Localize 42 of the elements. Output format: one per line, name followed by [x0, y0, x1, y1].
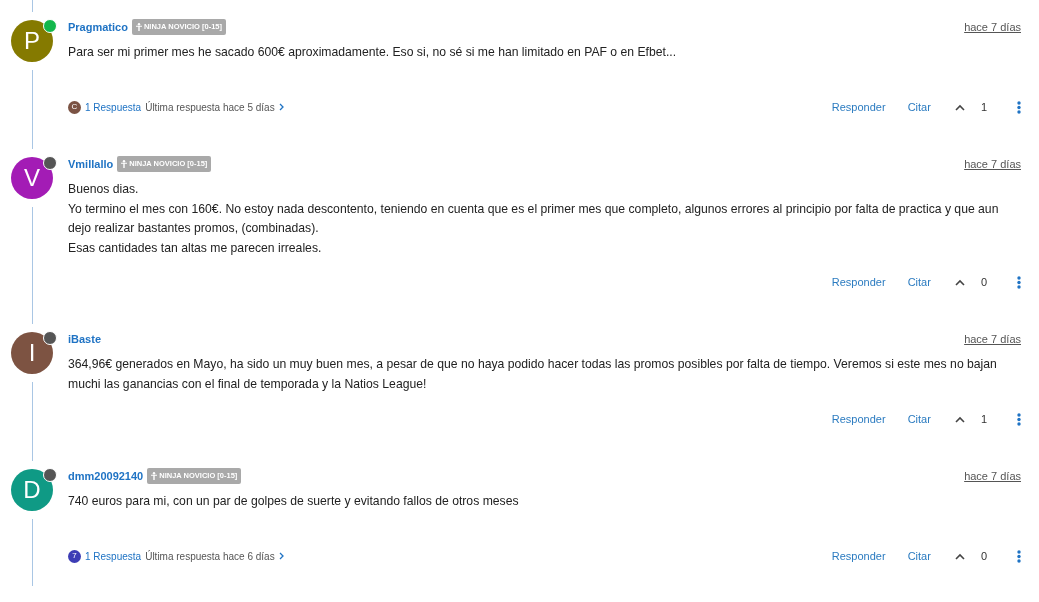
reply-avatar: C	[68, 100, 81, 114]
more-options-icon[interactable]	[1017, 412, 1021, 426]
replies-link[interactable]: 1 Respuesta	[85, 548, 142, 564]
upvote-icon[interactable]	[954, 552, 965, 560]
upvote-icon[interactable]	[954, 415, 965, 423]
vote-count: 1	[980, 99, 987, 115]
quote-button[interactable]: Citar	[907, 98, 931, 116]
chevron-right-icon[interactable]	[278, 103, 284, 111]
timestamp-link[interactable]: hace 7 días	[964, 155, 1021, 173]
quote-button[interactable]: Citar	[907, 410, 931, 428]
post-text: Esas cantidades tan altas me parecen irreales.	[68, 239, 323, 257]
reply-button[interactable]: Responder	[831, 98, 886, 116]
reply-avatar: 7	[68, 549, 81, 563]
quote-button[interactable]: Citar	[907, 273, 931, 291]
vote-count: 0	[980, 548, 987, 564]
timestamp-link[interactable]: hace 7 días	[964, 467, 1021, 485]
upvote-icon[interactable]	[954, 278, 965, 286]
author-link[interactable]: iBaste	[68, 330, 102, 348]
author-link[interactable]: Pragmatico	[68, 18, 128, 36]
timestamp-link[interactable]: hace 7 días	[964, 330, 1021, 348]
author-link[interactable]: dmm20092140	[68, 467, 144, 485]
more-options-icon[interactable]	[1017, 100, 1021, 114]
last-reply-text: Última respuesta hace 5 días	[145, 100, 275, 115]
timestamp-link[interactable]: hace 7 días	[964, 18, 1021, 36]
chevron-right-icon[interactable]	[278, 552, 284, 560]
quote-button[interactable]: Citar	[907, 547, 931, 565]
reply-button[interactable]: Responder	[831, 410, 886, 428]
replies-link[interactable]: 1 Respuesta	[85, 99, 142, 115]
reply-button[interactable]: Responder	[831, 273, 886, 291]
post-text: 364,96€ generados en Mayo, ha sido un muy buen mes, a pesar de que no haya podido hacer todas las promos posibles por falta de tiempo. Veremos si este mes no bajan muchi las ganancias con el final de temporada y la Natios League!	[68, 356, 998, 393]
more-options-icon[interactable]	[1017, 275, 1021, 289]
post-text: Yo termino el mes con 160€. No estoy nada descontento, teniendo en cuenta que es el primer mes que completo, algunos errores al principio por falta de practica y que aun dejo realizar bastantes promos, (combinadas).	[68, 200, 1000, 237]
vote-count: 1	[980, 411, 987, 427]
upvote-icon[interactable]	[954, 103, 965, 111]
post-text: 740 euros para mi, con un par de golpes de suerte y evitando fallos de otros meses	[68, 493, 520, 510]
author-link[interactable]: Vmillallo	[68, 155, 114, 173]
more-options-icon[interactable]	[1017, 549, 1021, 563]
post-text: Para ser mi primer mes he sacado 600€ aproximadamente. Eso si, no sé si me han limitado en PAF o en Efbet...	[68, 44, 678, 61]
reply-button[interactable]: Responder	[831, 547, 886, 565]
vote-count: 0	[980, 274, 987, 290]
post-text: Buenos dias.	[68, 181, 140, 198]
last-reply-text: Última respuesta hace 6 días	[145, 549, 275, 564]
